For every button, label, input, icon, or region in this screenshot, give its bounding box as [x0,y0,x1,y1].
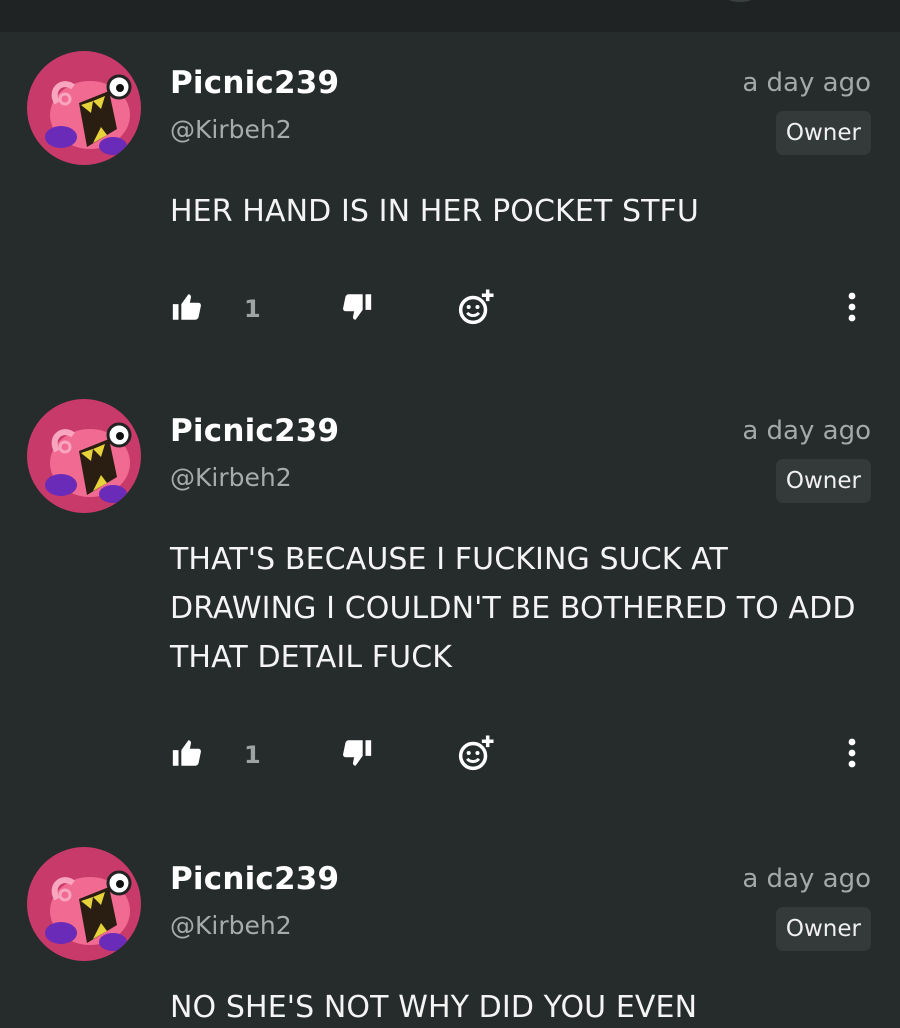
like-count: 1 [244,741,261,769]
thumbs-up-icon [170,290,204,328]
add-reaction-icon [457,734,495,776]
add-reaction-button[interactable] [457,284,495,334]
like-button[interactable] [170,284,204,334]
comment-text: NO SHE'S NOT WHY DID YOU EVEN [170,990,698,1025]
like-count: 1 [244,295,261,323]
username[interactable]: Picnic239 [170,861,339,897]
comment-text: HER HAND IS IN HER POCKET STFU [170,194,699,229]
thumbs-down-icon [340,290,374,328]
owner-badge: Owner [775,111,871,155]
user-handle[interactable]: @Kirbeh2 [170,911,292,940]
comment-item: Picnic239 @Kirbeh2 a day ago Owner NO SH… [0,828,900,1025]
top-bar-edge [720,0,760,2]
user-handle[interactable]: @Kirbeh2 [170,115,292,144]
avatar[interactable] [27,847,141,961]
comment-item: Picnic239 @Kirbeh2 a day ago Owner HER H… [0,32,900,380]
comment-actions: 1 [0,284,900,334]
like-button[interactable] [170,730,204,780]
thumbs-down-icon [340,736,374,774]
username[interactable]: Picnic239 [170,65,339,101]
avatar[interactable] [27,399,141,513]
comment-actions: 1 [0,730,900,780]
more-options-button[interactable] [842,730,862,780]
thumbs-up-icon [170,736,204,774]
comment-timestamp: a day ago [742,864,871,894]
owner-badge: Owner [775,907,871,951]
comment-timestamp: a day ago [742,416,871,446]
username[interactable]: Picnic239 [170,413,339,449]
comment-timestamp: a day ago [742,68,871,98]
dislike-button[interactable] [340,730,374,780]
more-vertical-icon [842,736,862,774]
top-bar [0,0,900,32]
owner-badge: Owner [775,459,871,503]
comment-text: THAT'S BECAUSE I FUCKING SUCK AT DRAWING… [170,542,856,675]
more-options-button[interactable] [842,284,862,334]
more-vertical-icon [842,290,862,328]
add-reaction-button[interactable] [457,730,495,780]
avatar[interactable] [27,51,141,165]
comment-item: Picnic239 @Kirbeh2 a day ago Owner THAT'… [0,380,900,828]
user-handle[interactable]: @Kirbeh2 [170,463,292,492]
add-reaction-icon [457,288,495,330]
dislike-button[interactable] [340,284,374,334]
